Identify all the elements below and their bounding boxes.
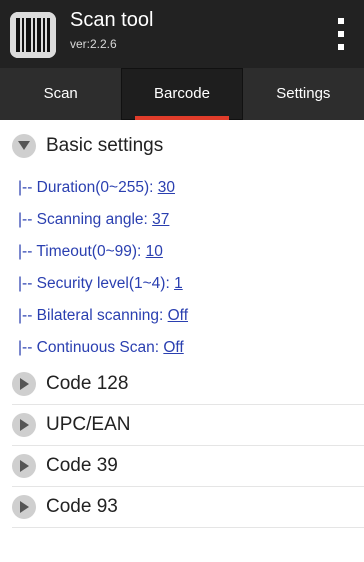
tab-barcode[interactable]: Barcode <box>121 68 243 120</box>
setting-timeout[interactable]: |-- Timeout(0~99): 10 <box>0 236 364 268</box>
tab-scan-label: Scan <box>43 85 78 102</box>
tab-scan[interactable]: Scan <box>0 68 121 120</box>
setting-prefix: |-- <box>18 307 37 324</box>
setting-label: Timeout(0~99): <box>36 243 146 260</box>
divider <box>12 527 364 528</box>
group-code-93-label: Code 93 <box>46 496 118 517</box>
setting-continuous-scan[interactable]: |-- Continuous Scan: Off <box>0 332 364 364</box>
triangle-right-icon[interactable] <box>12 413 36 437</box>
setting-label: Continuous Scan: <box>36 339 164 356</box>
setting-value-duration[interactable]: 30 <box>158 179 175 196</box>
setting-value-security-level[interactable]: 1 <box>174 275 183 292</box>
overflow-menu-icon[interactable] <box>332 16 350 52</box>
group-basic-settings[interactable]: Basic settings <box>0 120 364 172</box>
group-upc-ean[interactable]: UPC/EAN <box>0 405 364 445</box>
barcode-icon <box>10 12 56 58</box>
setting-value-timeout[interactable]: 10 <box>146 243 163 260</box>
setting-label: Bilateral scanning: <box>36 307 168 324</box>
setting-duration[interactable]: |-- Duration(0~255): 30 <box>0 172 364 204</box>
group-code-93[interactable]: Code 93 <box>0 487 364 527</box>
setting-value-continuous-scan[interactable]: Off <box>163 339 183 356</box>
group-code-128[interactable]: Code 128 <box>0 364 364 404</box>
triangle-right-icon[interactable] <box>12 495 36 519</box>
app-version: ver:2.2.6 <box>70 37 117 51</box>
setting-prefix: |-- <box>18 179 37 196</box>
tab-settings[interactable]: Settings <box>243 68 364 120</box>
group-code-39[interactable]: Code 39 <box>0 446 364 486</box>
setting-label: Security level(1~4): <box>36 275 175 292</box>
setting-prefix: |-- <box>18 211 37 228</box>
tab-bar: Scan Barcode Settings <box>0 68 364 120</box>
tab-barcode-label: Barcode <box>154 85 210 102</box>
setting-label: Duration(0~255): <box>36 179 158 196</box>
setting-bilateral-scanning[interactable]: |-- Bilateral scanning: Off <box>0 300 364 332</box>
setting-security-level[interactable]: |-- Security level(1~4): 1 <box>0 268 364 300</box>
group-code-128-label: Code 128 <box>46 373 129 394</box>
setting-label: Scanning angle: <box>36 211 153 228</box>
setting-value-scanning-angle[interactable]: 37 <box>152 211 169 228</box>
group-upc-ean-label: UPC/EAN <box>46 414 131 435</box>
triangle-right-icon[interactable] <box>12 372 36 396</box>
settings-list: Basic settings |-- Duration(0~255): 30 |… <box>0 120 364 528</box>
group-basic-settings-label: Basic settings <box>46 135 164 156</box>
setting-prefix: |-- <box>18 243 37 260</box>
setting-prefix: |-- <box>18 275 37 292</box>
triangle-right-icon[interactable] <box>12 454 36 478</box>
group-code-39-label: Code 39 <box>46 455 118 476</box>
app-title: Scan tool <box>70 9 154 31</box>
triangle-down-icon[interactable] <box>12 134 36 158</box>
setting-prefix: |-- <box>18 339 37 356</box>
title-bar: Scan tool ver:2.2.6 <box>0 0 364 68</box>
setting-scanning-angle[interactable]: |-- Scanning angle: 37 <box>0 204 364 236</box>
tab-settings-label: Settings <box>276 85 331 102</box>
setting-value-bilateral-scanning[interactable]: Off <box>168 307 188 324</box>
